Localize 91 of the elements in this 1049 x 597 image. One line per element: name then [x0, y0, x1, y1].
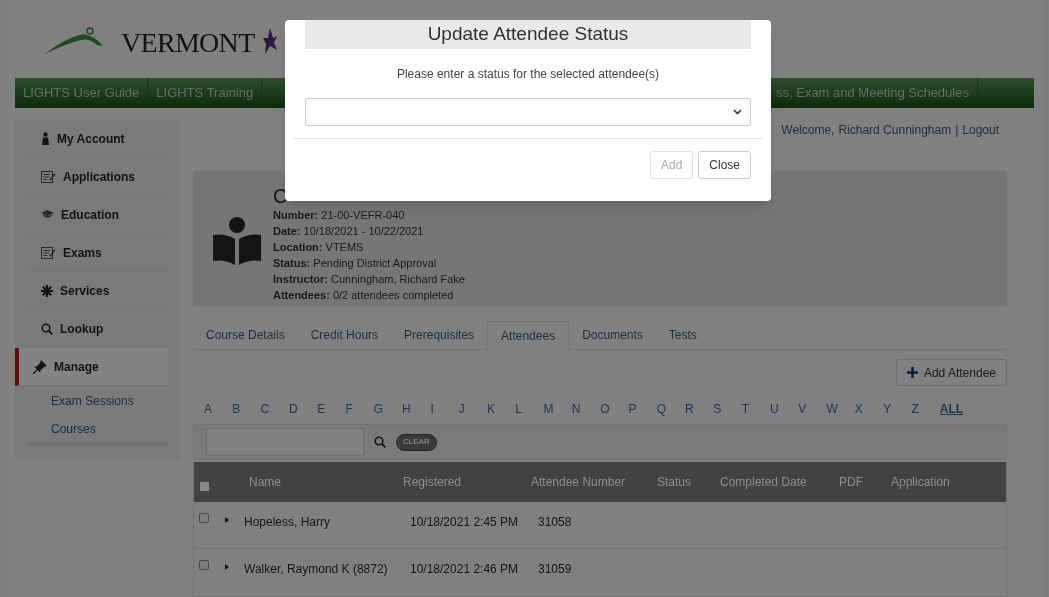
- letter-filter-link[interactable]: X: [854, 400, 884, 418]
- letter-filter-link[interactable]: H: [402, 400, 431, 418]
- letter-filter-link[interactable]: K: [486, 400, 516, 418]
- nav-link[interactable]: LIGHTS Training: [148, 77, 263, 108]
- close-button[interactable]: Close: [698, 151, 751, 179]
- person-icon: [41, 132, 50, 145]
- tab[interactable]: Tests: [655, 321, 710, 349]
- logout-link[interactable]: Logout: [962, 121, 999, 139]
- row-checkbox[interactable]: [199, 560, 209, 570]
- column-header[interactable]: Attendee Number: [531, 473, 657, 491]
- letter-filter-link[interactable]: R: [685, 400, 714, 418]
- table-cell-text: Hopeless, Harry: [244, 514, 332, 531]
- user-link[interactable]: Richard Cunningham: [838, 121, 952, 139]
- pushpin-icon: [33, 359, 47, 374]
- table-cell-text: Walker, Raymond K (8872): [244, 561, 389, 578]
- sidebar-item[interactable]: Manage: [15, 348, 168, 386]
- table-cell-text: 10/18/2021 2:46 PM: [410, 561, 520, 578]
- tab[interactable]: Documents: [569, 321, 656, 349]
- status-select[interactable]: [305, 98, 751, 126]
- sidebar-item[interactable]: Education: [27, 196, 168, 234]
- sidebar-item[interactable]: Services: [27, 272, 168, 310]
- tab[interactable]: Course Details: [193, 321, 298, 349]
- letter-filter-link[interactable]: Z: [911, 400, 940, 418]
- letter-filter-link[interactable]: Q: [656, 400, 686, 418]
- tab[interactable]: Attendees: [487, 321, 570, 350]
- column-header[interactable]: Name: [249, 473, 403, 491]
- expand-caret-icon[interactable]: [224, 564, 230, 570]
- letter-filter-link[interactable]: V: [798, 400, 827, 418]
- search-icon: [41, 322, 53, 335]
- course-detail: Location: VTEMS: [273, 240, 365, 255]
- letter-filter-link[interactable]: C: [260, 400, 289, 418]
- add-attendee-button[interactable]: Add Attendee: [895, 359, 1007, 386]
- tab[interactable]: Prerequisites: [391, 321, 488, 349]
- column-header[interactable]: Completed Date: [720, 473, 839, 491]
- course-detail: Date: 10/18/2021 - 10/22/2021: [273, 224, 425, 239]
- chevron-down-icon: [733, 109, 742, 115]
- modal-prompt: Please enter a status for the selected attendee(s): [395, 66, 661, 83]
- letter-filter-link[interactable]: W: [826, 400, 855, 418]
- sidebar-item[interactable]: Applications: [27, 158, 168, 196]
- table-cell-text: 31059: [538, 561, 573, 578]
- letter-filter-link[interactable]: ALL: [939, 400, 968, 418]
- course-detail: Number: 21-00-VEFR-040: [273, 208, 406, 223]
- clear-button[interactable]: CLEAR: [396, 433, 437, 451]
- course-detail: Attendees: 0/2 attendees completed: [273, 288, 455, 303]
- form-icon: [41, 170, 56, 183]
- column-header[interactable]: Application: [891, 473, 950, 491]
- letter-filter-link[interactable]: J: [458, 400, 487, 418]
- letter-filter-link[interactable]: L: [515, 400, 544, 418]
- letter-filter-link[interactable]: O: [600, 400, 629, 418]
- column-header[interactable]: Status: [657, 473, 720, 491]
- plus-icon: [906, 367, 918, 378]
- tab[interactable]: Credit Hours: [297, 321, 392, 349]
- sidebar-subitem[interactable]: Exam Sessions: [27, 386, 168, 416]
- table-cell-text: 10/18/2021 2:45 PM: [410, 514, 520, 531]
- course-detail: Status: Pending District Approval: [273, 256, 438, 271]
- asterisk-icon: [41, 284, 53, 297]
- letter-filter-link[interactable]: T: [741, 400, 770, 418]
- column-header[interactable]: PDF: [839, 473, 891, 491]
- letter-filter-link[interactable]: Y: [883, 400, 912, 418]
- letter-filter-link[interactable]: S: [713, 400, 742, 418]
- nav-link[interactable]: LIGHTS User Guide: [15, 77, 149, 108]
- letter-filter-link[interactable]: P: [628, 400, 657, 418]
- letter-filter-link[interactable]: N: [571, 400, 601, 418]
- letter-filter-link[interactable]: I: [430, 400, 459, 418]
- sidebar-item[interactable]: My Account: [27, 120, 168, 158]
- logo-text: VERMONT: [121, 29, 255, 57]
- expand-caret-icon[interactable]: [224, 517, 230, 523]
- graduation-cap-icon: [41, 209, 54, 220]
- letter-filter-link[interactable]: A: [204, 400, 233, 418]
- course-title: C: [273, 185, 289, 207]
- modal-title: Update Attendee Status: [305, 20, 751, 49]
- letter-filter-link[interactable]: F: [345, 400, 374, 418]
- welcome-text: Welcome,: [781, 122, 835, 139]
- sidebar-item[interactable]: Exams: [27, 234, 168, 272]
- letter-filter-link[interactable]: U: [769, 400, 799, 418]
- separator-text: |: [955, 122, 959, 139]
- search-icon: [374, 436, 386, 448]
- column-header[interactable]: Registered: [403, 473, 531, 491]
- reading-person-icon: [213, 217, 261, 265]
- letter-filter-link[interactable]: D: [288, 400, 318, 418]
- letter-filter-link[interactable]: E: [317, 400, 346, 418]
- nav-link[interactable]: ss, Exam and Meeting Schedules: [776, 77, 978, 108]
- letter-filter-link[interactable]: B: [232, 400, 261, 418]
- row-checkbox[interactable]: [199, 513, 209, 523]
- sidebar-subitem[interactable]: Courses: [27, 416, 168, 446]
- course-detail: Instructor: Cunningham, Richard Fake: [273, 272, 465, 287]
- select-all-checkbox[interactable]: [200, 481, 209, 491]
- letter-filter-link[interactable]: G: [373, 400, 403, 418]
- form-icon: [41, 246, 56, 259]
- table-cell-text: 31058: [538, 514, 573, 531]
- letter-filter-link[interactable]: M: [543, 400, 572, 418]
